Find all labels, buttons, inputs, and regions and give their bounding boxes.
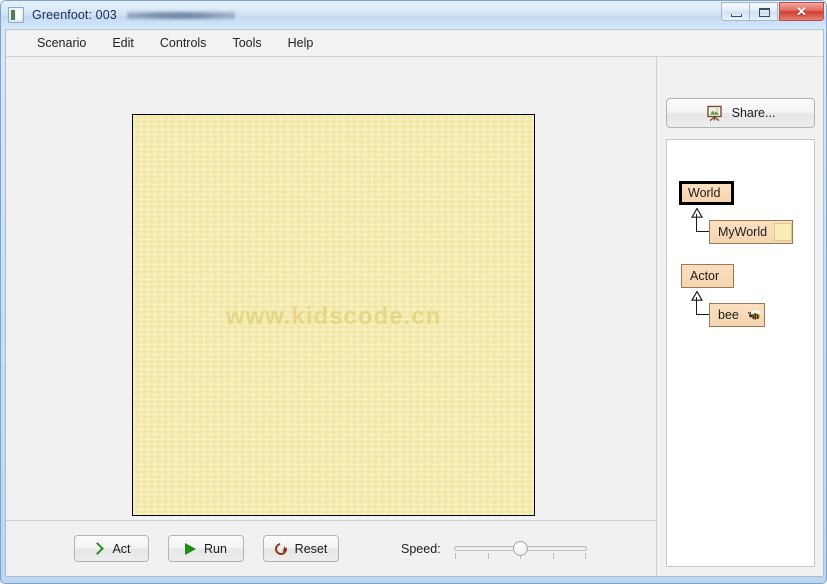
maximize-icon xyxy=(759,8,770,17)
close-icon: ✕ xyxy=(796,3,807,19)
share-button[interactable]: Share... xyxy=(666,98,815,128)
share-button-label: Share... xyxy=(731,106,776,120)
greenfoot-icon xyxy=(8,7,24,23)
reset-button[interactable]: Reset xyxy=(263,535,339,562)
menu-item-controls[interactable]: Controls xyxy=(147,33,220,53)
speed-slider[interactable] xyxy=(454,535,587,563)
speed-tick xyxy=(488,553,489,559)
minimize-icon xyxy=(731,14,742,17)
class-box-world[interactable]: World xyxy=(679,181,734,205)
menu-item-scenario[interactable]: Scenario xyxy=(24,33,99,53)
world-stage: www.kidscode.cn xyxy=(6,57,657,520)
control-bar: Act Run Reset Speed: xyxy=(6,521,657,576)
class-label-actor: Actor xyxy=(690,269,720,283)
inheritance-arrow-bee xyxy=(690,288,704,301)
class-box-bee[interactable]: bee xyxy=(709,303,765,327)
class-box-myworld[interactable]: MyWorld xyxy=(709,220,793,244)
client-area: Scenario Edit Controls Tools Help www.ki… xyxy=(5,29,824,577)
maximize-button[interactable] xyxy=(749,2,778,21)
window-title: Greenfoot: 003 xyxy=(32,8,117,22)
inheritance-arrow-myworld xyxy=(690,205,704,218)
window-controls: ✕ xyxy=(721,2,824,21)
run-button-label: Run xyxy=(204,541,227,556)
menu-item-help[interactable]: Help xyxy=(275,33,327,53)
reset-button-label: Reset xyxy=(294,541,328,556)
world-canvas[interactable]: www.kidscode.cn xyxy=(132,114,535,516)
minimize-button[interactable] xyxy=(721,2,750,21)
speed-tick xyxy=(455,553,456,559)
act-button[interactable]: Act xyxy=(74,535,149,562)
speed-tick xyxy=(553,553,554,559)
speed-slider-thumb[interactable] xyxy=(513,541,528,556)
circular-arrow-icon xyxy=(272,540,290,557)
world-watermark: www.kidscode.cn xyxy=(225,303,442,330)
easel-picture-icon xyxy=(706,105,723,122)
greenfoot-window: Greenfoot: 003 ✕ Scenario Edit Controls … xyxy=(0,0,827,584)
inheritance-line-bee xyxy=(696,297,710,315)
menu-item-edit[interactable]: Edit xyxy=(99,33,147,53)
menu-bar: Scenario Edit Controls Tools Help xyxy=(6,30,823,57)
close-button[interactable]: ✕ xyxy=(779,2,824,21)
class-box-actor[interactable]: Actor xyxy=(681,264,734,288)
world-panel: www.kidscode.cn Act Run Reset Speed: xyxy=(6,57,657,576)
inheritance-line-myworld xyxy=(696,214,710,232)
class-label-myworld: MyWorld xyxy=(718,225,768,239)
title-bar: Greenfoot: 003 ✕ xyxy=(1,1,826,29)
speed-label: Speed: xyxy=(401,542,441,556)
class-label-bee: bee xyxy=(718,308,739,322)
menu-item-tools[interactable]: Tools xyxy=(219,33,274,53)
speed-tick xyxy=(585,553,586,559)
run-button[interactable]: Run xyxy=(168,535,244,562)
class-label-world: World xyxy=(688,186,721,200)
chevron-right-icon xyxy=(92,543,104,555)
class-panel: Share... World MyWorld Actor bee xyxy=(658,57,823,576)
bee-thumbnail-icon xyxy=(746,306,764,324)
title-redacted-text xyxy=(126,8,235,22)
class-list: World MyWorld Actor bee xyxy=(666,139,815,567)
play-triangle-icon xyxy=(185,542,197,555)
act-button-label: Act xyxy=(112,541,131,556)
world-thumbnail-icon xyxy=(774,223,793,241)
